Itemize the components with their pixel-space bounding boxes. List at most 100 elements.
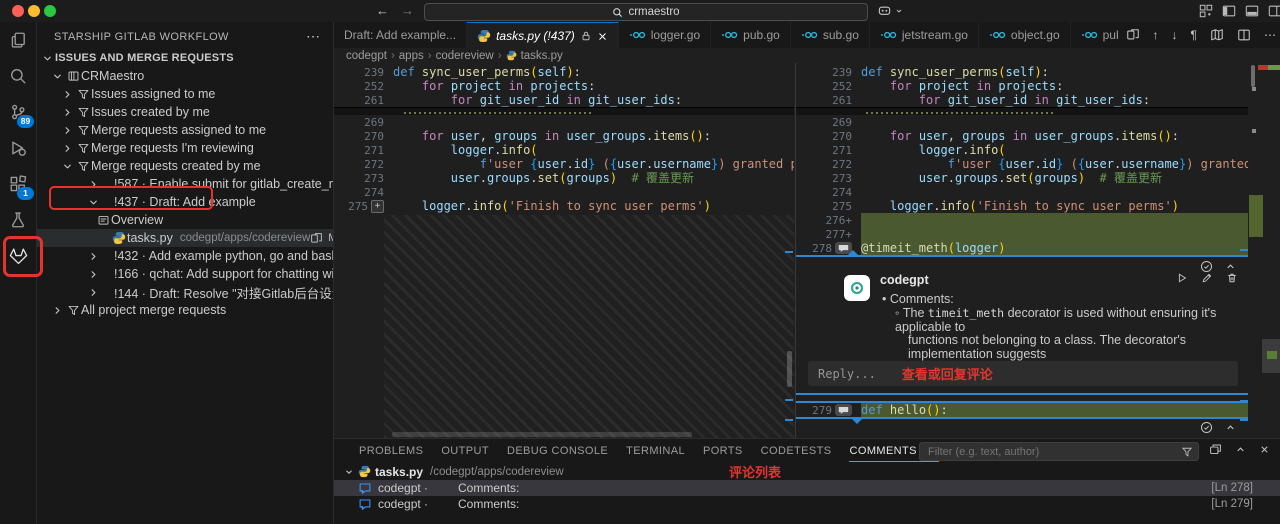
tab-jetstream.go[interactable]: jetstream.go — [870, 22, 979, 48]
activity-item-search[interactable] — [0, 58, 36, 94]
tab-object.go[interactable]: object.go — [979, 22, 1071, 48]
line-number-gutter: 261 — [796, 93, 861, 107]
resolve-comment-icon[interactable] — [1200, 421, 1213, 434]
edit-comment-icon[interactable] — [1201, 272, 1213, 284]
panel-tab-debug-console[interactable]: DEBUG CONSOLE — [498, 439, 617, 462]
activity-item-extensions[interactable]: 1 — [0, 166, 36, 202]
more-icon[interactable]: ⋯ — [1264, 28, 1276, 42]
tree-item-10[interactable]: tasks.pycodegpt/apps/codereviewM, — [37, 229, 333, 247]
panel-tab-problems[interactable]: PROBLEMS — [350, 439, 432, 462]
open-changes-icon[interactable] — [1126, 28, 1140, 42]
window-zoom-button[interactable] — [44, 5, 56, 17]
panel-tab-terminal[interactable]: TERMINAL — [617, 439, 694, 462]
toggle-secondary-sidebar-icon[interactable] — [1268, 4, 1280, 18]
tree-item-4[interactable]: Merge requests assigned to me — [37, 121, 333, 139]
comments-file-group[interactable]: tasks.py /codegpt/apps/codereview 评论列表 — [334, 463, 1280, 480]
search-icon — [612, 7, 623, 18]
breadcrumb-item[interactable]: tasks.py — [521, 50, 563, 62]
chevron-right-icon[interactable] — [49, 305, 65, 316]
chevron-right-icon[interactable] — [85, 269, 101, 280]
tree-item-2[interactable]: Issues assigned to me — [37, 85, 333, 103]
prev-change-icon[interactable]: ↑ — [1153, 28, 1159, 42]
activity-item-gitlab[interactable] — [0, 238, 36, 274]
line-number: 278 — [812, 242, 832, 255]
toggle-panel-icon[interactable] — [1245, 4, 1259, 18]
tab-pub.go[interactable]: pub.go — [711, 22, 791, 48]
tab-logger.go[interactable]: logger.go — [619, 22, 711, 48]
tree-item-3[interactable]: Issues created by me — [37, 103, 333, 121]
sidebar-more-actions-icon[interactable]: ⋯ — [306, 28, 320, 45]
delete-comment-icon[interactable] — [1226, 272, 1238, 284]
testing-icon — [9, 211, 27, 229]
chevron-right-icon[interactable] — [59, 143, 75, 154]
window-minimize-button[interactable] — [28, 5, 40, 17]
map-icon[interactable] — [1210, 28, 1224, 42]
tree-item-5[interactable]: Merge requests I'm reviewing — [37, 139, 333, 157]
activity-item-testing[interactable] — [0, 202, 36, 238]
comment-row-0[interactable]: codegpt ·Comments:[Ln 278] — [334, 480, 1280, 496]
panel-tab-ports[interactable]: PORTS — [694, 439, 752, 462]
tab-tasks.py-(!437)[interactable]: tasks.py (!437) — [467, 22, 619, 49]
tree-item-1[interactable]: CRMaestro — [37, 67, 333, 85]
filter-input[interactable] — [920, 446, 1181, 458]
customize-layout-icon[interactable] — [1199, 4, 1213, 18]
tree-item-9[interactable]: Overview — [37, 211, 333, 229]
chevron-down-icon[interactable] — [49, 71, 65, 82]
panel-tab-output[interactable]: OUTPUT — [432, 439, 498, 462]
tree-item-6[interactable]: Merge requests created by me — [37, 157, 333, 175]
panel-views-icon[interactable] — [1209, 443, 1222, 456]
overview-slider[interactable] — [787, 351, 792, 387]
close-panel-icon[interactable] — [1259, 443, 1270, 456]
breadcrumb-item[interactable]: codegpt — [346, 50, 387, 62]
activity-item-explorer[interactable] — [0, 22, 36, 58]
chevron-down-icon[interactable] — [39, 53, 55, 64]
collapsed-region[interactable] — [334, 107, 794, 115]
command-center-search[interactable]: crmaestro — [424, 3, 868, 21]
collapse-thread-icon[interactable] — [1225, 421, 1236, 434]
comment-row-1[interactable]: codegpt ·Comments:[Ln 279] — [334, 496, 1280, 512]
minimap[interactable] — [1249, 63, 1280, 438]
open-changes-icon[interactable] — [310, 232, 323, 245]
split-editor-icon[interactable] — [1237, 28, 1251, 42]
collapsed-region[interactable] — [796, 107, 1248, 115]
copilot-menu[interactable] — [877, 3, 903, 18]
horizontal-scrollbar[interactable] — [392, 432, 692, 437]
activity-item-source-control[interactable]: 89 — [0, 94, 36, 130]
tab-sub.go[interactable]: sub.go — [791, 22, 870, 48]
next-change-icon[interactable]: ↓ — [1172, 28, 1178, 42]
nav-forward-icon[interactable]: → — [401, 3, 414, 18]
tree-item-8[interactable]: !437 · Draft: Add example — [37, 193, 333, 211]
nav-back-icon[interactable]: ← — [376, 3, 389, 18]
panel-tab-codetests[interactable]: CODETESTS — [752, 439, 841, 462]
maximize-panel-icon[interactable] — [1235, 443, 1246, 456]
chevron-right-icon[interactable] — [85, 251, 101, 262]
tree-item-7[interactable]: !587 · Enable submit for gitlab_create_m… — [37, 175, 333, 193]
tree-item-11[interactable]: !432 · Add example python, go and bash c… — [37, 247, 333, 265]
activity-item-run-debug[interactable] — [0, 130, 36, 166]
chevron-right-icon[interactable] — [59, 107, 75, 118]
tab-Draft--Add-example...[interactable]: Draft: Add example... — [334, 22, 467, 48]
chevron-down-icon[interactable] — [59, 161, 75, 172]
toggle-whitespace-icon[interactable]: ¶ — [1191, 28, 1197, 42]
tree-item-12[interactable]: !166 · qchat: Add support for chatting w… — [37, 265, 333, 283]
run-comment-icon[interactable] — [1176, 272, 1188, 284]
tree-item-14[interactable]: All project merge requests — [37, 301, 333, 319]
chevron-right-icon[interactable] — [59, 125, 75, 136]
tree-item-0[interactable]: ISSUES AND MERGE REQUESTS — [37, 49, 333, 67]
chevron-right-icon[interactable] — [85, 287, 101, 298]
breadcrumb-item[interactable]: apps — [399, 50, 424, 62]
chevron-right-icon[interactable] — [85, 179, 101, 190]
window-close-button[interactable] — [12, 5, 24, 17]
add-comment-button[interactable]: + — [371, 200, 384, 213]
tree-item-13[interactable]: !144 · Draft: Resolve "对接Gitlab后台设置完善" — [37, 283, 333, 301]
close-tab-icon[interactable] — [597, 31, 608, 42]
filter-icon[interactable] — [1181, 446, 1198, 458]
chevron-right-icon[interactable] — [59, 89, 75, 100]
comment-thread-indicator[interactable] — [835, 404, 852, 416]
toggle-primary-sidebar-icon[interactable] — [1222, 4, 1236, 18]
chevron-down-icon[interactable] — [85, 197, 101, 208]
scrollbar-slider[interactable] — [1251, 65, 1255, 87]
breadcrumb-item[interactable]: codereview — [436, 50, 494, 62]
comments-filter[interactable] — [919, 442, 1199, 461]
reply-input[interactable]: Reply... 查看或回复评论 — [808, 361, 1238, 386]
